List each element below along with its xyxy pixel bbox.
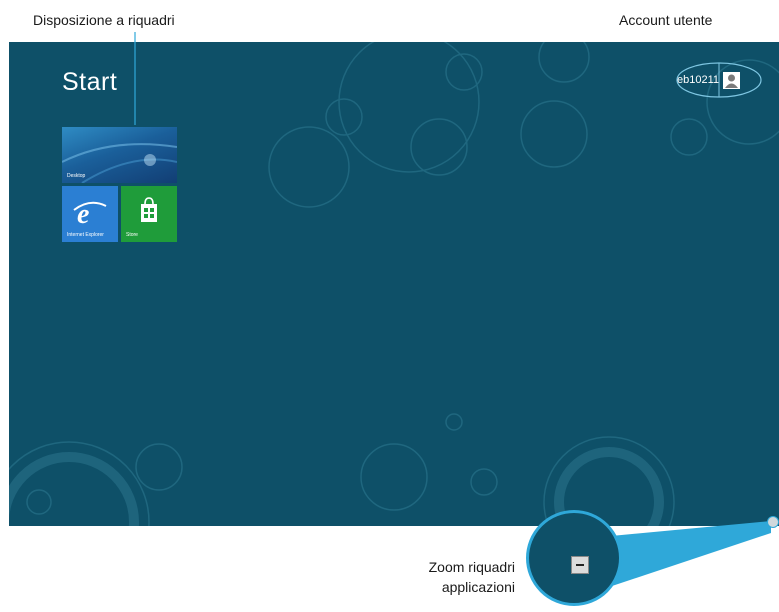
minus-icon: [571, 556, 589, 574]
tile-desktop[interactable]: Desktop: [62, 127, 177, 183]
callout-zoom-line1: Zoom riquadri: [428, 559, 515, 575]
tile-label: Store: [126, 232, 138, 238]
tile-label: Internet Explorer: [67, 232, 104, 238]
callout-zoom: Zoom riquadri applicazioni: [405, 557, 515, 597]
start-screen: Start Desktop e Internet Explorer Store …: [9, 42, 779, 526]
user-account[interactable]: eb10211: [677, 66, 741, 94]
tile-store[interactable]: Store: [121, 186, 177, 242]
tile-label: Desktop: [67, 173, 86, 179]
callout-zoom-line2: applicazioni: [441, 579, 515, 595]
zoom-magnifier: [526, 510, 622, 606]
user-name: eb10211: [677, 74, 720, 86]
zoom-button[interactable]: [767, 516, 779, 528]
user-avatar-icon: [723, 71, 741, 89]
start-title: Start: [62, 68, 118, 96]
callout-tile-layout: Disposizione a riquadri: [33, 12, 175, 28]
background-circles: [9, 42, 779, 526]
callout-user-account: Account utente: [619, 12, 713, 28]
tile-internet-explorer[interactable]: e Internet Explorer: [62, 186, 118, 242]
